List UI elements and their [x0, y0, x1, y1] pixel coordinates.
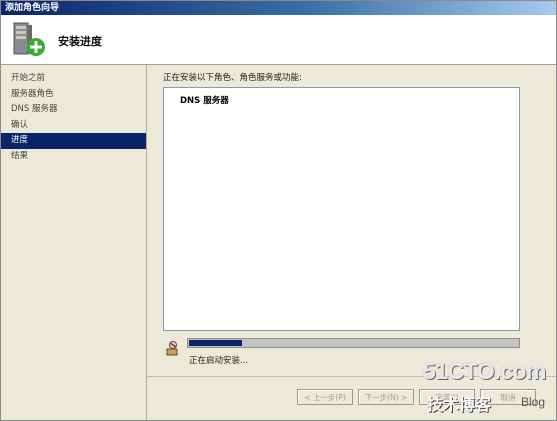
sidebar-item-before-you-begin[interactable]: 开始之前: [1, 71, 146, 87]
cancel-button[interactable]: 取消: [480, 389, 536, 405]
wizard-header: 安装进度: [1, 15, 556, 65]
installer-icon: [166, 341, 178, 356]
window-title: 添加角色向导: [5, 3, 60, 13]
sidebar-item-dns-server[interactable]: DNS 服务器: [1, 102, 146, 118]
progress-bar: [187, 338, 520, 348]
server-add-icon: [13, 22, 45, 56]
sidebar-item-progress[interactable]: 进度: [1, 133, 146, 149]
title-bar: 添加角色向导: [1, 1, 556, 15]
progress-fill: [189, 340, 242, 346]
prev-button[interactable]: < 上一步(P): [297, 389, 353, 405]
page-title: 安装进度: [58, 35, 102, 48]
sidebar-item-confirmation[interactable]: 确认: [1, 118, 146, 134]
install-list[interactable]: DNS 服务器: [163, 87, 520, 331]
main-content: 正在安装以下角色、角色服务或功能: DNS 服务器 正在启动安装...: [147, 65, 556, 420]
list-item: DNS 服务器: [180, 96, 229, 106]
next-button[interactable]: 下一步(N) >: [358, 389, 414, 405]
status-text: 正在启动安装...: [189, 356, 249, 366]
sidebar-item-results[interactable]: 结果: [1, 149, 146, 165]
install-button[interactable]: 安装(I): [419, 389, 475, 405]
wizard-sidebar: 开始之前 服务器角色 DNS 服务器 确认 进度 结果: [1, 65, 147, 420]
wizard-footer: < 上一步(P) 下一步(N) > 安装(I) 取消: [147, 376, 556, 420]
sidebar-item-server-roles[interactable]: 服务器角色: [1, 87, 146, 103]
lead-text: 正在安装以下角色、角色服务或功能:: [163, 73, 302, 83]
wizard-window: 添加角色向导 安装进度 开始之前 服务器角色 DNS 服务器 确认 进度 结果 …: [0, 0, 557, 421]
